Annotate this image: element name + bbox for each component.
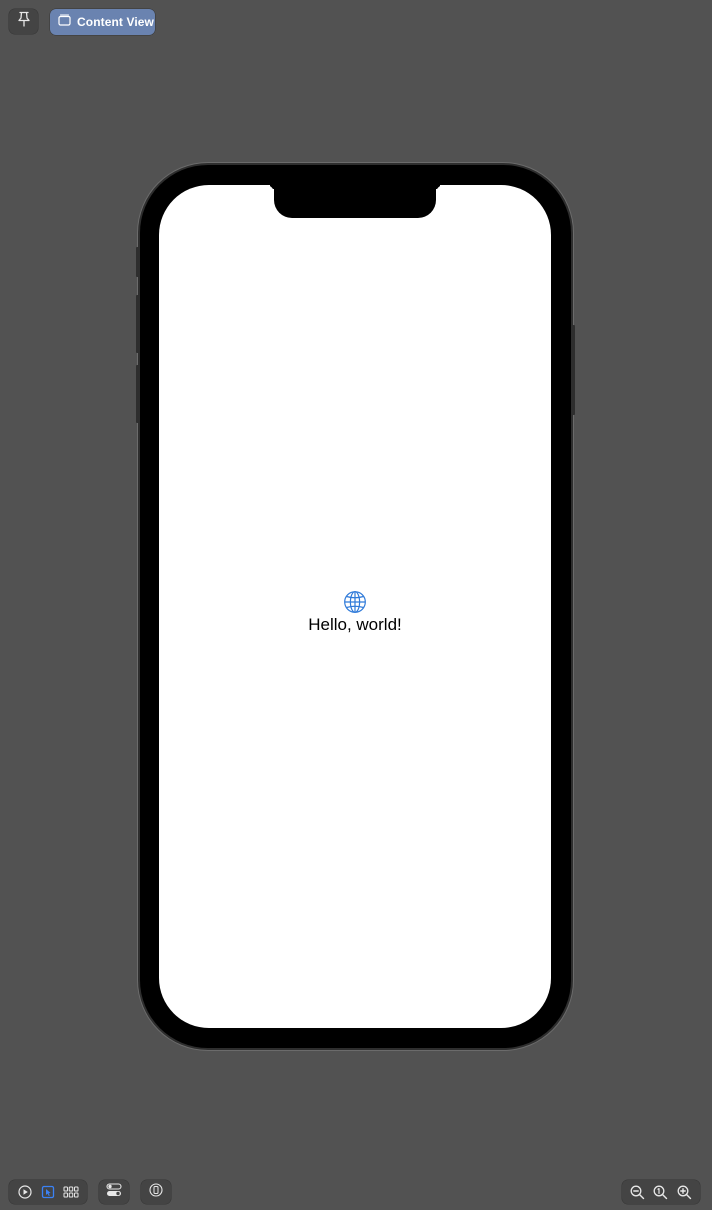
zoom-out-icon bbox=[630, 1185, 645, 1200]
device-settings-button[interactable] bbox=[99, 1180, 129, 1204]
variants-mode-button[interactable] bbox=[61, 1182, 81, 1202]
volume-up-button bbox=[136, 295, 139, 353]
selectable-cursor-icon bbox=[41, 1185, 55, 1199]
zoom-to-fit-icon bbox=[653, 1185, 668, 1200]
zoom-to-fit-button[interactable] bbox=[651, 1182, 671, 1202]
notch bbox=[274, 185, 436, 218]
pin-icon bbox=[17, 11, 31, 32]
preview-canvas: Content View Hello, world! bbox=[0, 0, 712, 1210]
content-view-preview-tab[interactable]: Content View bbox=[50, 9, 155, 35]
device-icon bbox=[149, 1182, 163, 1202]
window-icon bbox=[58, 13, 71, 31]
action-button bbox=[136, 247, 139, 277]
zoom-in-icon bbox=[677, 1185, 692, 1200]
live-play-icon bbox=[18, 1185, 32, 1199]
preview-tab-label: Content View bbox=[77, 15, 154, 29]
selectable-mode-button[interactable] bbox=[38, 1182, 58, 1202]
iphone-device-frame: Hello, world! bbox=[136, 165, 575, 1048]
zoom-out-button[interactable] bbox=[628, 1182, 648, 1202]
hello-world-text: Hello, world! bbox=[308, 615, 402, 634]
zoom-controls bbox=[622, 1180, 700, 1204]
side-button bbox=[572, 325, 575, 415]
device-screen[interactable]: Hello, world! bbox=[159, 185, 551, 1028]
variants-grid-icon bbox=[63, 1185, 79, 1199]
preview-mode-group bbox=[9, 1180, 87, 1204]
globe-icon bbox=[343, 590, 367, 614]
pin-button[interactable] bbox=[9, 9, 38, 34]
zoom-in-button[interactable] bbox=[674, 1182, 694, 1202]
device-settings-toggle-icon bbox=[106, 1182, 122, 1202]
volume-down-button bbox=[136, 365, 139, 423]
live-mode-button[interactable] bbox=[15, 1182, 35, 1202]
content-stack: Hello, world! bbox=[159, 590, 551, 635]
device-picker-button[interactable] bbox=[141, 1180, 171, 1204]
